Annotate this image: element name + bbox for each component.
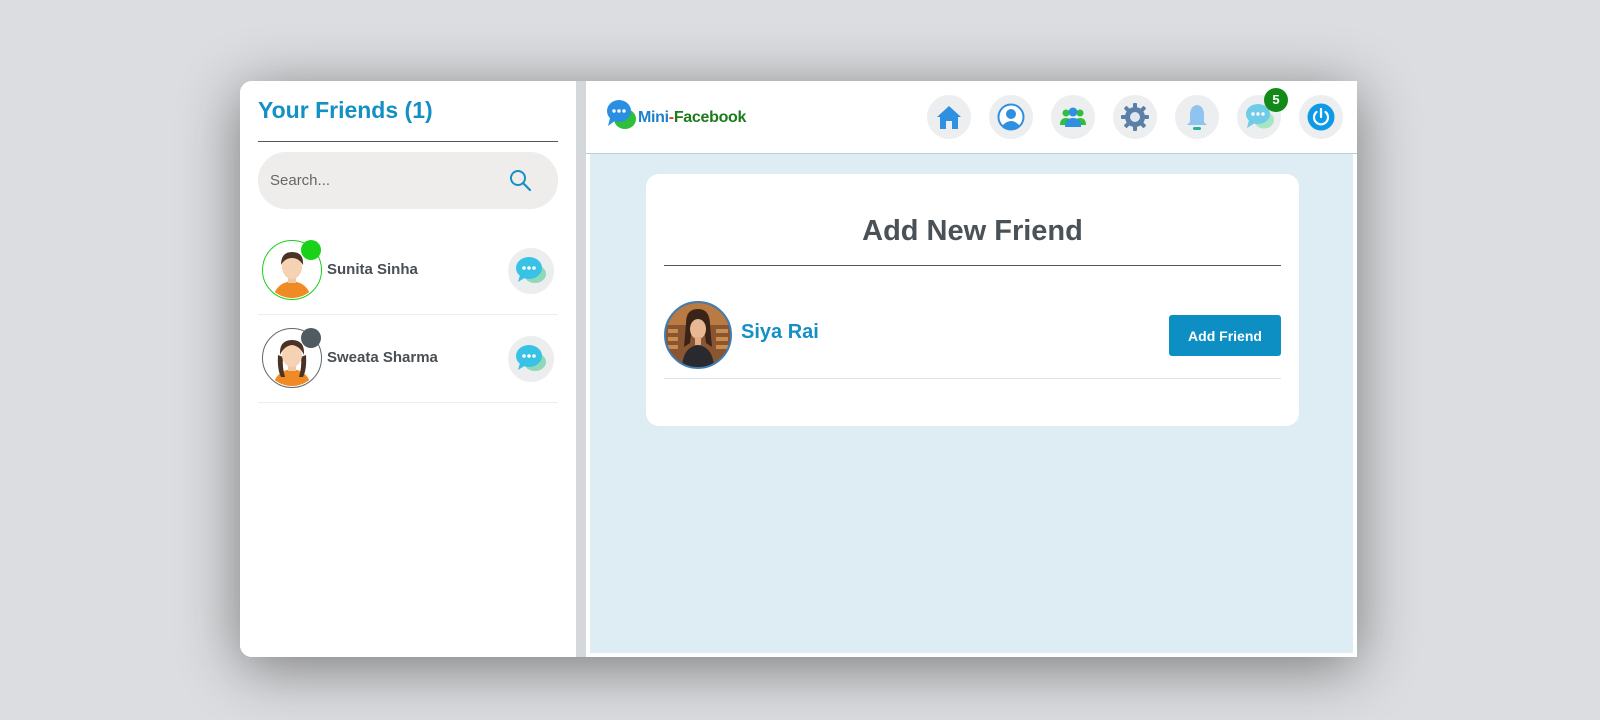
search-box [258, 152, 558, 209]
friends-sidebar: Your Friends (1) Search... Sunita Sinha … [240, 81, 576, 657]
content-border-bottom [586, 653, 1357, 657]
home-icon [937, 106, 961, 129]
profile-icon [997, 103, 1025, 131]
friend-row[interactable]: Sweata Sharma [258, 315, 558, 403]
avatar[interactable] [664, 301, 732, 369]
settings-button[interactable] [1113, 95, 1157, 139]
avatar[interactable] [262, 240, 322, 300]
settings-icon [1121, 103, 1149, 131]
search-icon[interactable] [508, 168, 532, 192]
power-icon [1307, 103, 1335, 131]
profile-button[interactable] [989, 95, 1033, 139]
top-navbar: Mini-Facebook 5 [586, 81, 1357, 154]
sidebar-divider [258, 141, 558, 142]
chat-bubble-icon [516, 345, 546, 371]
chat-button[interactable] [508, 336, 554, 382]
friends-button[interactable] [1051, 95, 1095, 139]
chat-button[interactable] [508, 248, 554, 294]
suggestion-name[interactable]: Siya Rai [741, 321, 819, 344]
home-button[interactable] [927, 95, 971, 139]
message-count-badge: 5 [1264, 88, 1288, 112]
chat-bubble-icon [516, 257, 546, 283]
add-friend-card: Add New Friend Siya Rai Add Friend [646, 174, 1299, 426]
online-status-dot [301, 240, 321, 260]
friends-icon [1060, 107, 1086, 127]
logo-text: Mini-Facebook [638, 109, 747, 126]
content-border-left [586, 154, 590, 657]
panel-divider[interactable] [576, 81, 586, 657]
friend-name: Sweata Sharma [327, 349, 438, 366]
messages-button[interactable]: 5 [1237, 88, 1288, 139]
add-friend-button[interactable]: Add Friend [1169, 315, 1281, 356]
app-window: Your Friends (1) Search... Sunita Sinha … [240, 81, 1357, 657]
search-input[interactable] [270, 166, 490, 194]
sidebar-title: Your Friends (1) [258, 97, 433, 123]
card-divider [664, 265, 1281, 266]
content-border-right [1353, 154, 1357, 657]
suggestion-row: Siya Rai Add Friend [664, 294, 1281, 379]
card-title: Add New Friend [862, 215, 1083, 247]
avatar[interactable] [262, 328, 322, 388]
notifications-button[interactable] [1175, 95, 1219, 139]
bell-icon [1187, 105, 1207, 130]
logout-button[interactable] [1299, 95, 1343, 139]
main-panel: Mini-Facebook 5 Add New Friend Siya Rai … [586, 81, 1357, 657]
friend-name: Sunita Sinha [327, 261, 418, 278]
logo-icon [607, 100, 636, 129]
offline-status-dot [301, 328, 321, 348]
friend-row[interactable]: Sunita Sinha [258, 227, 558, 315]
